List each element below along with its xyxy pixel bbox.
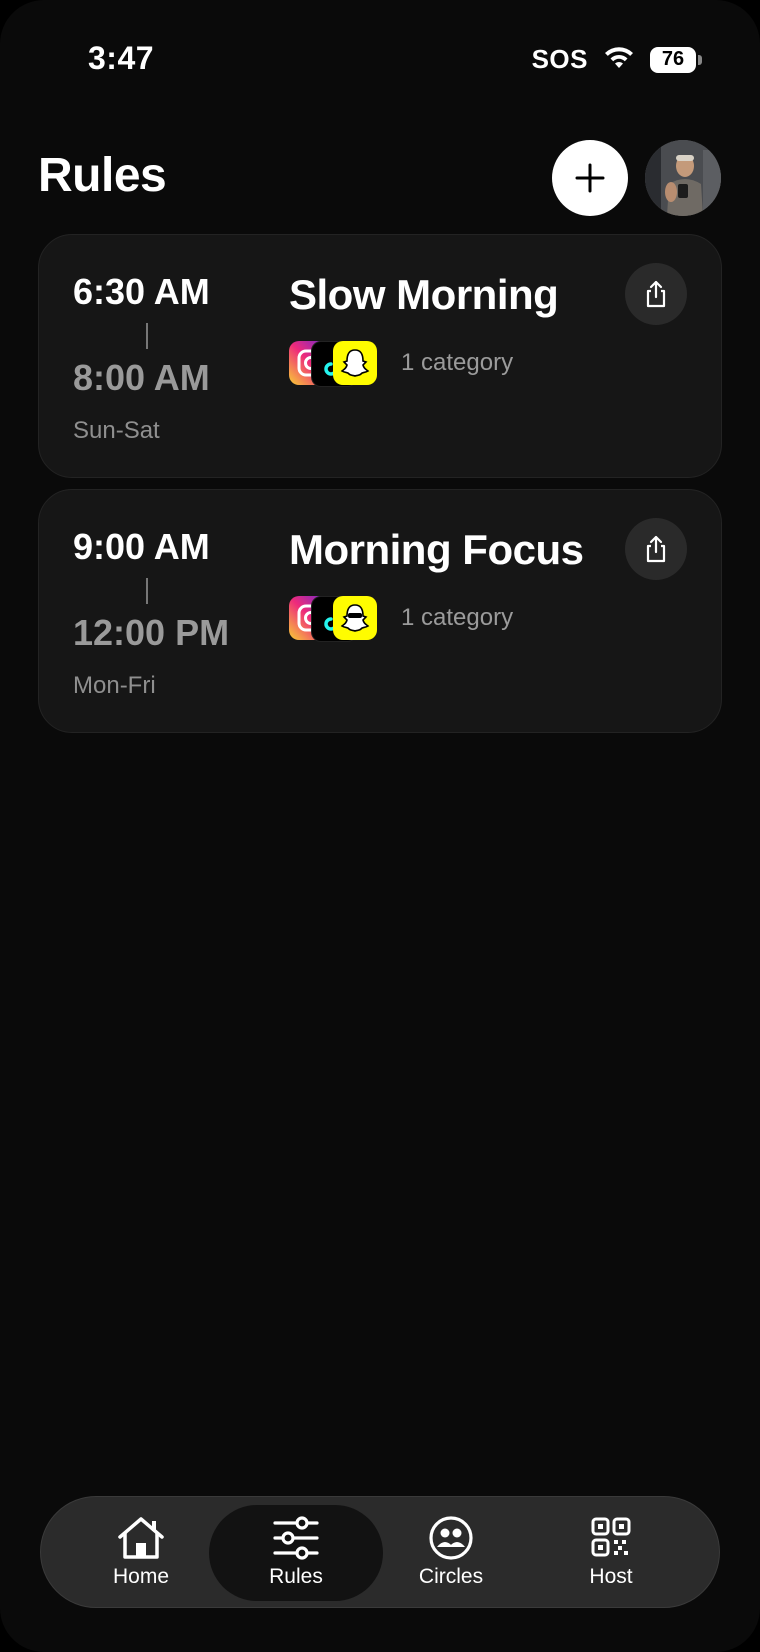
add-rule-button[interactable] xyxy=(552,140,628,216)
rule-card[interactable]: 9:00 AM 12:00 PM Mon-Fri Morning Focus 1… xyxy=(38,489,722,733)
snapchat-icon xyxy=(333,341,377,385)
rule-card[interactable]: 6:30 AM 8:00 AM Sun-Sat Slow Morning 1 c… xyxy=(38,234,722,478)
people-circle-icon xyxy=(429,1516,473,1560)
tab-circles[interactable]: Circles xyxy=(381,1507,521,1599)
tab-label: Rules xyxy=(269,1565,323,1588)
rule-start-time: 6:30 AM xyxy=(73,271,210,312)
blocked-apps xyxy=(289,341,381,387)
battery-icon: 76 xyxy=(650,46,702,73)
status-bar-right: SOS 76 xyxy=(532,44,702,75)
qr-code-icon xyxy=(591,1517,631,1557)
tab-label: Home xyxy=(112,1565,170,1588)
time-divider xyxy=(146,578,148,604)
tab-label: Circles xyxy=(418,1565,484,1588)
rule-start-time: 9:00 AM xyxy=(73,526,210,567)
rule-end-time: 8:00 AM xyxy=(73,357,210,398)
rule-days: Sun-Sat xyxy=(73,417,160,444)
rule-name: Morning Focus xyxy=(289,526,584,573)
page-title: Rules xyxy=(38,149,167,202)
rule-name: Slow Morning xyxy=(289,271,559,318)
plus-icon xyxy=(575,163,605,193)
category-count: 1 category xyxy=(401,349,514,376)
share-button[interactable] xyxy=(625,518,687,580)
share-icon xyxy=(646,280,666,308)
share-icon xyxy=(646,535,666,563)
avatar[interactable] xyxy=(645,140,721,216)
category-count: 1 category xyxy=(401,604,514,631)
rule-end-time: 12:00 PM xyxy=(73,612,230,653)
status-time: 3:47 xyxy=(88,40,155,76)
tab-rules[interactable]: Rules xyxy=(226,1507,366,1599)
time-divider xyxy=(146,323,148,349)
snapchat-icon xyxy=(333,596,377,640)
carrier-status: SOS xyxy=(531,44,588,74)
tab-bar: Home Rules Circles Host xyxy=(40,1496,720,1608)
tab-home[interactable]: Home xyxy=(71,1507,211,1599)
battery-level: 76 xyxy=(650,46,696,73)
rules-screen: 3:47 SOS 76 Rules 6:30 AM 8:00 AM Sun-Sa… xyxy=(0,0,760,1652)
rule-days: Mon-Fri xyxy=(73,672,156,699)
house-icon xyxy=(118,1517,164,1559)
sliders-icon xyxy=(273,1516,319,1560)
blocked-apps xyxy=(289,596,381,642)
tab-host[interactable]: Host xyxy=(541,1507,681,1599)
share-button[interactable] xyxy=(625,263,687,325)
wifi-icon xyxy=(602,44,636,75)
tab-label: Host xyxy=(589,1565,633,1588)
